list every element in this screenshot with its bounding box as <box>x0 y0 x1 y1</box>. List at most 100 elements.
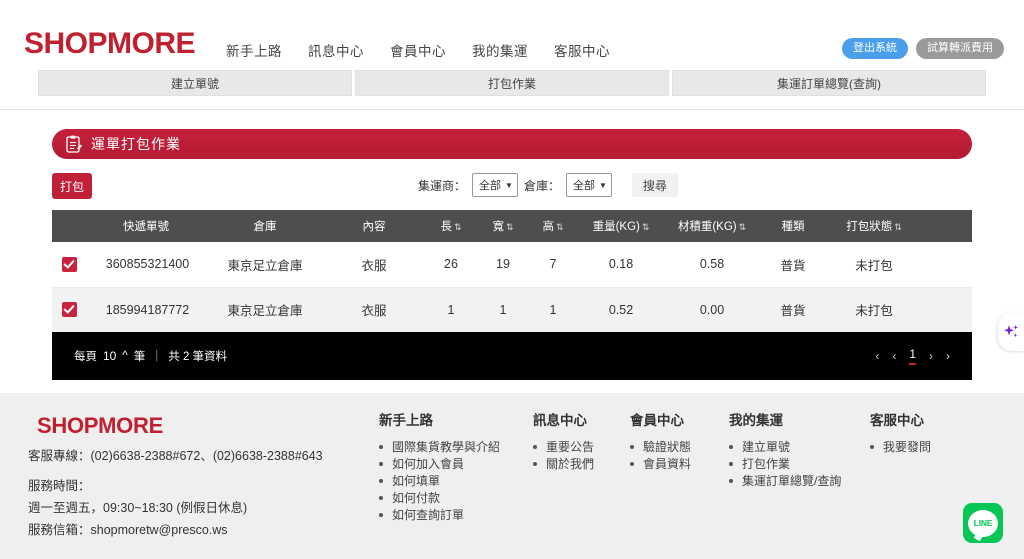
cell-pack-status: 未打包 <box>826 287 922 333</box>
column-content[interactable]: 內容 <box>324 210 424 242</box>
line-chat-button[interactable]: LINE <box>963 503 1003 543</box>
site-logo[interactable]: SHOPMORE <box>24 27 196 61</box>
table-header-row: 快遞單號 倉庫 內容 長 ⇅ 寬 ⇅ 高 ⇅ 重量(KG) ⇅ 材積重(KG) ⇅ 種類 … <box>52 210 972 242</box>
cell-volume-weight: 0.58 <box>664 242 760 288</box>
nav-item-support[interactable]: 客服中心 <box>554 40 610 60</box>
cell-weight: 0.18 <box>578 242 664 288</box>
carrier-select[interactable]: 全部 ▼ <box>472 173 518 197</box>
row-checkbox[interactable] <box>61 256 77 272</box>
column-spacer <box>922 210 972 242</box>
column-label: 寬 <box>492 221 504 233</box>
cell-warehouse: 東京足立倉庫 <box>206 287 324 333</box>
column-label: 快遞單號 <box>123 221 169 233</box>
column-select-all[interactable] <box>52 210 86 242</box>
line-icon: LINE <box>968 509 998 537</box>
per-page-caret-icon[interactable]: ^ <box>122 350 127 362</box>
footer-link[interactable]: 我要發問 <box>870 439 980 456</box>
footer-link[interactable]: 會員資料 <box>630 456 729 473</box>
search-button[interactable]: 搜尋 <box>631 173 678 197</box>
cell-spacer <box>922 242 972 288</box>
warehouse-select[interactable]: 全部 ▼ <box>565 173 612 197</box>
page-prev-button[interactable]: ‹ <box>892 349 896 363</box>
footer-link-columns: 新手上路 國際集貨教學與介紹 如何加入會員 如何填單 如何付款 如何查詢訂單 訊… <box>379 409 980 524</box>
footer-contact: 客服專線：(02)6638-2388#672、(02)6638-2388#643… <box>28 445 368 541</box>
line-label: LINE <box>973 518 993 528</box>
cell-volume-weight: 0.00 <box>664 287 760 333</box>
assistant-launcher[interactable] <box>998 313 1024 351</box>
footer-link[interactable]: 重要公告 <box>533 439 630 456</box>
column-pack-status[interactable]: 打包狀態 ⇅ <box>826 210 922 242</box>
cell-length: 1 <box>424 287 478 333</box>
footer-column-news: 訊息中心 重要公告 關於我們 <box>533 409 630 524</box>
footer-column-my-shipping: 我的集運 建立單號 打包作業 集運訂單總覽/查詢 <box>729 409 870 524</box>
pack-button[interactable]: 打包 <box>52 173 92 199</box>
column-label: 倉庫 <box>253 221 277 233</box>
footer-link[interactable]: 如何填單 <box>379 473 533 490</box>
page-root: SHOPMORE 新手上路 訊息中心 會員中心 我的集運 客服中心 登出系統 試… <box>0 0 1024 559</box>
cell-warehouse: 東京足立倉庫 <box>206 242 324 288</box>
table-body: 360855321400 東京足立倉庫 衣服 26 19 7 0.18 0.58… <box>52 242 972 333</box>
footer-column-title: 我的集運 <box>729 413 783 428</box>
per-page-value[interactable]: 10 <box>103 349 116 363</box>
footer-column-title: 會員中心 <box>630 413 684 428</box>
nav-item-my-shipping[interactable]: 我的集運 <box>472 40 528 60</box>
footer-link[interactable]: 關於我們 <box>533 456 630 473</box>
cell-category: 普貨 <box>760 287 826 333</box>
table-row[interactable]: 185994187772 東京足立倉庫 衣服 1 1 1 0.52 0.00 普… <box>52 287 972 333</box>
page-next-button[interactable]: › <box>929 349 933 363</box>
page-first-button[interactable]: ‹ <box>875 349 879 363</box>
filter-bar: 集運商： 全部 ▼ 倉庫： 全部 ▼ 搜尋 <box>418 173 678 197</box>
footer-link[interactable]: 建立單號 <box>729 439 870 456</box>
column-volume-weight[interactable]: 材積重(KG) ⇅ <box>664 210 760 242</box>
banner-title: 運單打包作業 <box>91 136 181 152</box>
total-count-text: 共 2 筆資料 <box>168 351 228 363</box>
column-warehouse[interactable]: 倉庫 <box>206 210 324 242</box>
nav-item-member[interactable]: 會員中心 <box>390 40 446 60</box>
footer-column-title: 客服中心 <box>870 413 924 428</box>
nav-item-news[interactable]: 訊息中心 <box>308 40 364 60</box>
column-category[interactable]: 種類 <box>760 210 826 242</box>
logout-button[interactable]: 登出系統 <box>842 38 908 59</box>
footer-link[interactable]: 打包作業 <box>729 456 870 473</box>
footer-link[interactable]: 驗證狀態 <box>630 439 729 456</box>
main-navigation: 新手上路 訊息中心 會員中心 我的集運 客服中心 <box>226 40 610 60</box>
sort-icon: ⇅ <box>453 222 462 232</box>
pagination: ‹ ‹ 1 › › <box>875 347 950 365</box>
section-tabs: 建立單號 打包作業 集運訂單總覽(查詢) <box>38 70 986 96</box>
table-row[interactable]: 360855321400 東京足立倉庫 衣服 26 19 7 0.18 0.58… <box>52 242 972 288</box>
column-tracking-no[interactable]: 快遞單號 <box>86 210 206 242</box>
footer-link[interactable]: 集運訂單總覽/查詢 <box>729 473 870 490</box>
page-number-1[interactable]: 1 <box>909 347 916 365</box>
sort-icon: ⇅ <box>894 222 902 232</box>
row-checkbox-cell[interactable] <box>52 287 86 333</box>
column-width[interactable]: 寬 ⇅ <box>478 210 528 242</box>
row-checkbox[interactable] <box>61 302 77 318</box>
row-checkbox-cell[interactable] <box>52 242 86 288</box>
cell-tracking-no: 360855321400 <box>86 242 206 288</box>
estimate-fee-button[interactable]: 試算轉派費用 <box>916 38 1004 59</box>
footer-hours-label: 服務時間： <box>28 479 91 493</box>
column-weight[interactable]: 重量(KG) ⇅ <box>578 210 664 242</box>
column-length[interactable]: 長 ⇅ <box>424 210 478 242</box>
tab-packing[interactable]: 打包作業 <box>355 70 669 96</box>
footer-link[interactable]: 國際集貨教學與介紹 <box>379 439 533 456</box>
cell-length: 26 <box>424 242 478 288</box>
footer-link[interactable]: 如何查詢訂單 <box>379 507 533 524</box>
tab-create-order[interactable]: 建立單號 <box>38 70 352 96</box>
per-page-unit: 筆 <box>133 351 146 363</box>
nav-item-beginner[interactable]: 新手上路 <box>226 40 282 60</box>
tab-order-overview[interactable]: 集運訂單總覽(查詢) <box>672 70 986 96</box>
footer-link[interactable]: 如何付款 <box>379 490 533 507</box>
footer-link[interactable]: 如何加入會員 <box>379 456 533 473</box>
column-height[interactable]: 高 ⇅ <box>528 210 578 242</box>
sort-icon: ⇅ <box>555 222 564 232</box>
per-page-control: 每頁 10 ^ 筆 | 共 2 筆資料 <box>74 348 227 364</box>
cell-height: 1 <box>528 287 578 333</box>
column-label: 重量(KG) <box>592 221 640 233</box>
column-label: 長 <box>440 221 452 233</box>
sort-icon: ⇅ <box>641 222 650 232</box>
cell-pack-status: 未打包 <box>826 242 922 288</box>
page-last-button[interactable]: › <box>946 349 950 363</box>
cell-spacer <box>922 287 972 333</box>
table-header: 快遞單號 倉庫 內容 長 ⇅ 寬 ⇅ 高 ⇅ 重量(KG) ⇅ 材積重(KG) ⇅ 種類 … <box>52 210 972 242</box>
